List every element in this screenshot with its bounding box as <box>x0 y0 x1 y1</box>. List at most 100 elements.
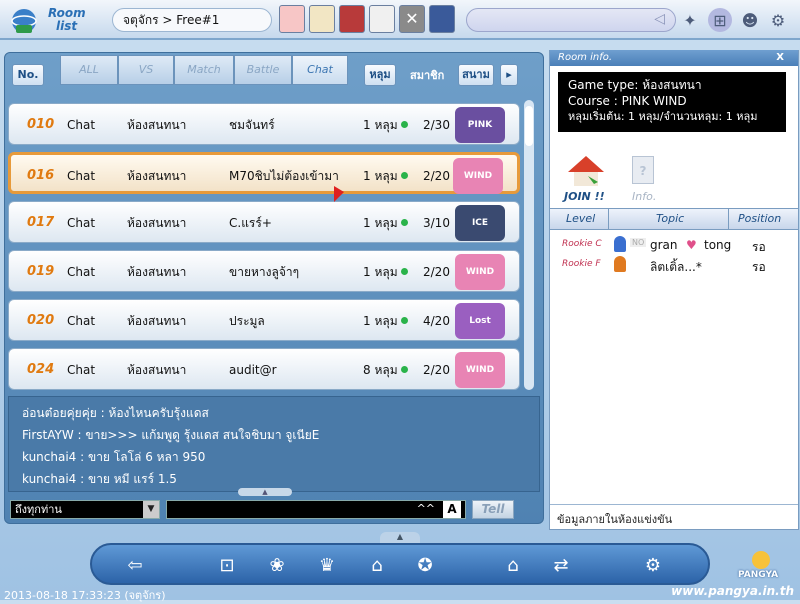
room-name: ประมูล <box>229 314 265 328</box>
col-position[interactable]: Position <box>738 209 781 229</box>
avatar-character-1[interactable] <box>279 5 305 33</box>
room-holes: 1 หลุม <box>363 216 398 230</box>
chat-input[interactable]: ^^ A <box>166 500 466 519</box>
female-player-icon <box>614 256 626 272</box>
site-url[interactable]: www.pangya.in.th <box>671 584 794 598</box>
gift-icon[interactable]: ❀ <box>262 550 292 580</box>
logo-line1: Room <box>48 6 86 20</box>
course-badge: PINK WIND <box>455 107 505 166</box>
options-icon[interactable]: ⚙ <box>638 550 668 580</box>
chat-target-select[interactable]: ถึงทุกท่าน ▼ <box>10 500 160 519</box>
player-level: Rookie F <box>562 259 601 269</box>
room-name: audit@r <box>229 363 277 377</box>
avatar-character-3[interactable] <box>339 5 365 33</box>
sparkle-icon[interactable]: ✦ <box>678 8 702 32</box>
tab-battle[interactable]: Battle <box>234 55 292 85</box>
room-row[interactable]: 016 Chat ห้องสนทนา M70ชิบไม่ต้องเข้ามา 1 หลุ… <box>8 152 520 194</box>
skull-icon[interactable] <box>369 5 395 33</box>
channel-label: จตุจักร > Free#1 <box>112 8 272 32</box>
room-list-logo[interactable]: Room list <box>4 3 86 37</box>
room-info-title-text: Room info. <box>558 52 613 63</box>
room-type: Chat <box>67 363 96 377</box>
col-level[interactable]: Level <box>566 209 595 229</box>
sun-logo-icon <box>752 551 770 569</box>
close-icon[interactable]: X <box>776 50 784 66</box>
font-button[interactable]: A <box>443 501 461 518</box>
room-list-scrollbar[interactable] <box>524 100 534 390</box>
player-row[interactable]: Rookie F ลิตเติ้ล...* รอ <box>550 256 798 276</box>
avatar-character-2[interactable] <box>309 5 335 33</box>
next-page-button[interactable]: ▸ <box>500 64 518 86</box>
tab-match[interactable]: Match <box>174 55 234 85</box>
exit-door-icon[interactable]: ⇦ <box>120 550 150 580</box>
room-row[interactable]: 024 Chat ห้องสนทนา audit@r 8 หลุม 2/20 WIND <box>8 348 520 390</box>
room-row[interactable]: 019 Chat ห้องสนทนา ขายหางลูจ้าๆ 1 หลุม 2/20 WI… <box>8 250 520 292</box>
room-number: 016 <box>27 168 55 183</box>
room-mode: ห้องสนทนา <box>127 118 187 132</box>
room-mode: ห้องสนทนา <box>127 314 187 328</box>
room-holes: 8 หลุม <box>363 363 398 377</box>
partner-name: tong <box>704 238 732 252</box>
sort-holes-button[interactable]: หลุม <box>364 64 396 86</box>
trophy-icon[interactable]: ♛ <box>312 550 342 580</box>
col-topic[interactable]: Topic <box>656 209 684 229</box>
player-row[interactable]: Rookie C NO gran ♥ tong รอ <box>550 236 798 256</box>
my-room-icon[interactable]: ⌂ <box>362 550 392 580</box>
shop-register-icon[interactable]: ⊡ <box>212 550 242 580</box>
room-type: Chat <box>67 118 96 132</box>
bottom-dock <box>90 543 710 585</box>
sort-course-button[interactable]: สนาม <box>458 64 494 86</box>
create-room-icon[interactable]: ⌂ <box>498 550 528 580</box>
grid-menu-icon[interactable]: ⊞ <box>708 8 732 32</box>
room-name: M70ชิบไม่ต้องเข้ามา <box>229 169 339 183</box>
room-name: ชมจันทร์ <box>229 118 275 132</box>
course-badge: Lost Seaway <box>455 303 505 362</box>
course-badge: WIND <box>453 158 503 194</box>
room-row[interactable]: 020 Chat ห้องสนทนา ประมูล 1 หลุม 4/20 Lost Sea… <box>8 299 520 362</box>
tab-all[interactable]: ALL <box>60 55 118 85</box>
room-number: 020 <box>27 313 55 328</box>
info-button[interactable]: ? Info. <box>628 156 662 204</box>
room-number: 019 <box>27 264 55 279</box>
close-slot-icon[interactable]: ✕ <box>399 5 425 33</box>
mouse-cursor-icon <box>334 186 344 202</box>
tell-button[interactable]: Tell <box>472 500 514 519</box>
player-position: รอ <box>752 240 766 254</box>
quick-join-icon[interactable]: ⇄ <box>546 550 576 580</box>
divider <box>550 504 798 505</box>
timestamp: 2013-08-18 17:33:23 (จตุจักร) <box>4 589 166 602</box>
chevron-down-icon[interactable]: ▼ <box>143 501 159 518</box>
tab-vs[interactable]: VS <box>118 55 174 85</box>
room-number: 024 <box>27 362 55 377</box>
join-button[interactable]: JOIN !! <box>564 154 610 204</box>
chat-resize-handle[interactable]: ▲ <box>238 488 292 496</box>
sort-members-button[interactable]: สมาชิก <box>410 66 444 84</box>
room-info-details: Game type: ห้องสนทนา Course : PINK WIND … <box>558 72 786 132</box>
chat-line: kunchai4 : ขาย หมี แรร์ 1.5 <box>22 472 177 486</box>
chat-line: kunchai4 : ขาย โลโล่ 6 หลา 950 <box>22 450 206 464</box>
quick-message-bar[interactable]: ◁ <box>466 8 676 32</box>
gear-icon[interactable]: ⚙ <box>766 8 790 32</box>
room-holes: 1 หลุม <box>363 314 398 328</box>
join-label: JOIN !! <box>564 190 605 203</box>
tab-chat[interactable]: Chat <box>292 55 348 85</box>
ghost-icon[interactable]: ☻ <box>738 8 762 32</box>
scratch-icon[interactable]: ✪ <box>410 550 440 580</box>
megaphone-icon: ◁ <box>654 11 665 27</box>
room-info-title: Room info. X <box>550 50 798 66</box>
heart-icon: ♥ <box>686 238 697 252</box>
room-name: ขายหางลูจ้าๆ <box>229 265 300 279</box>
room-row[interactable]: 010 Chat ห้องสนทนา ชมจันทร์ 1 หลุม 2/30 PINK W… <box>8 103 520 166</box>
room-players: 2/20 <box>423 265 450 279</box>
game-type: Game type: ห้องสนทนา <box>568 78 702 92</box>
scrollbar-thumb[interactable] <box>525 106 533 146</box>
info-icon: ? <box>632 156 654 184</box>
room-mode: ห้องสนทนา <box>127 216 187 230</box>
avatar-character-5[interactable] <box>429 5 455 33</box>
room-row[interactable]: 017 Chat ห้องสนทนา C.แรร์+ 1 หลุม 3/10 ICE INF… <box>8 201 520 264</box>
player-position: รอ <box>752 260 766 274</box>
emoticon-button[interactable]: ^^ <box>417 502 435 515</box>
sort-number-button[interactable]: No. <box>12 64 44 86</box>
room-players: 3/10 <box>423 216 450 230</box>
player-list-header: Level Topic Position <box>550 208 798 230</box>
